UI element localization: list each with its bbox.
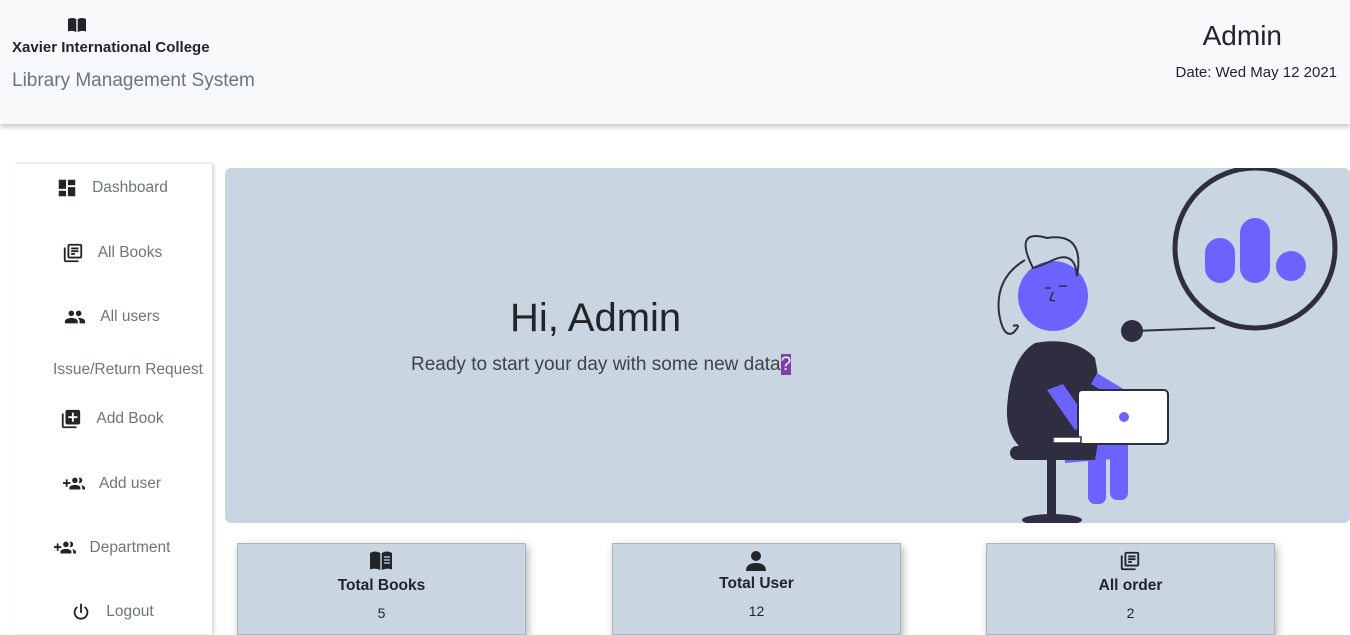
system-name: Library Management System <box>12 70 255 91</box>
sidebar-item-label: Dashboard <box>92 179 168 196</box>
stat-title: All order <box>1098 577 1163 594</box>
sidebar-item-add-user[interactable]: Add user <box>12 469 212 499</box>
group-add-icon <box>62 473 85 495</box>
open-book-icon <box>369 550 393 572</box>
person-icon <box>744 550 768 572</box>
stat-value: 2 <box>1126 605 1135 621</box>
sidebar-item-label: Issue/Return Request <box>53 361 203 378</box>
stat-value: 5 <box>377 605 386 621</box>
top-header: Xavier International College Library Man… <box>0 0 1350 124</box>
welcome-banner: Hi, Admin Ready to start your day with s… <box>225 168 1350 523</box>
library-books-icon <box>62 242 84 264</box>
data-analytics-illustration <box>997 168 1338 523</box>
selected-text: ? <box>780 354 792 375</box>
sidebar-item-all-users[interactable]: All users <box>12 302 212 332</box>
sidebar-item-label: All Books <box>97 244 163 261</box>
sidebar-item-label: All users <box>100 308 160 325</box>
dashboard-icon <box>56 177 78 199</box>
sidebar-item-issue-return[interactable]: Issue/Return Request <box>28 355 228 385</box>
sidebar-item-label: Logout <box>106 603 154 620</box>
group-add-icon <box>53 537 76 559</box>
sidebar-item-add-book[interactable]: Add Book <box>12 404 212 434</box>
sidebar-item-dashboard[interactable]: Dashboard <box>12 173 212 203</box>
sidebar-item-label: Add user <box>98 475 162 492</box>
welcome-title: Hi, Admin <box>510 296 682 340</box>
library-books-icon <box>1118 550 1142 572</box>
stat-title: Total Books <box>337 577 426 594</box>
stat-card-all-order[interactable]: All order 2 <box>986 543 1275 635</box>
sidebar-item-logout[interactable]: Logout <box>12 597 212 627</box>
stat-value: 12 <box>748 603 765 619</box>
sidebar-item-label: Add Book <box>96 410 164 427</box>
sidebar-item-label: Department <box>89 539 171 556</box>
sidebar-item-department[interactable]: Department <box>12 533 212 563</box>
library-add-icon <box>60 408 82 430</box>
people-icon <box>64 306 86 328</box>
stat-card-total-user[interactable]: Total User 12 <box>612 543 901 635</box>
welcome-subtitle-text: Ready to start your day with some new da… <box>411 354 781 375</box>
sidebar: Dashboard All Books All users Issue/Retu… <box>12 164 212 634</box>
welcome-subtitle: Ready to start your day with some new da… <box>411 354 792 376</box>
stat-title: Total User <box>719 575 794 592</box>
current-date: Date: Wed May 12 2021 <box>1175 64 1337 81</box>
college-name: Xavier International College <box>12 39 210 56</box>
sidebar-item-all-books[interactable]: All Books <box>12 238 212 268</box>
stat-card-total-books[interactable]: Total Books 5 <box>237 543 526 635</box>
user-name: Admin <box>1202 20 1282 51</box>
book-icon <box>67 17 87 33</box>
